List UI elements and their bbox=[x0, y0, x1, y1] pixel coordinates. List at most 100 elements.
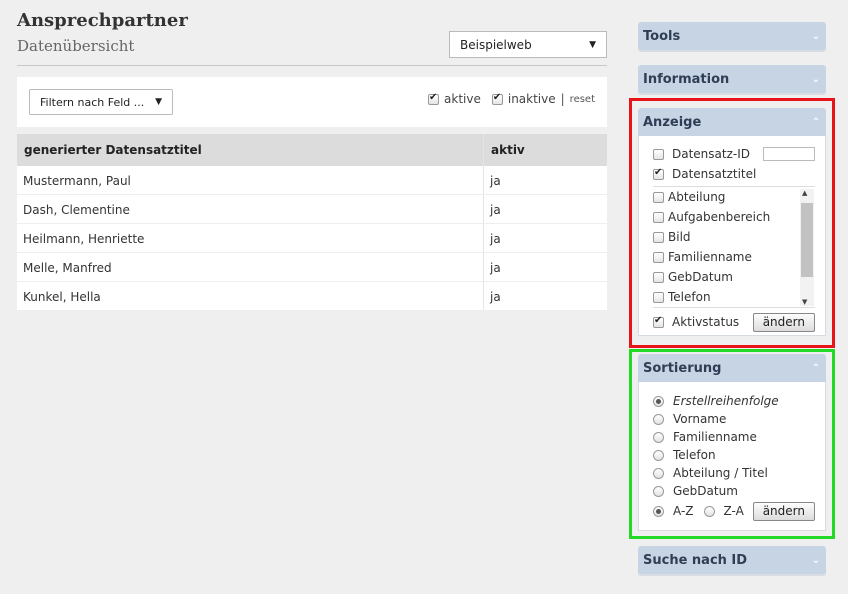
cell-title: Dash, Clementine bbox=[17, 195, 484, 223]
sort-az-label: A-Z bbox=[673, 504, 694, 518]
field-checkbox[interactable] bbox=[653, 211, 664, 223]
datensatztitel-checkbox[interactable] bbox=[653, 167, 664, 180]
panel-anzeige-header[interactable]: Anzeige ⌃ bbox=[638, 108, 826, 136]
list-item[interactable]: Bild bbox=[653, 227, 815, 247]
panel-sortierung-body: Erstellreihenfolge Vorname Familienname … bbox=[638, 382, 826, 531]
panel-sortierung: Sortierung ⌃ Erstellreihenfolge Vorname … bbox=[638, 354, 826, 531]
cell-title: Kunkel, Hella bbox=[17, 282, 484, 310]
listbox-scrollbar[interactable]: ▲ ▼ bbox=[800, 189, 814, 306]
list-item[interactable]: GebDatum bbox=[653, 267, 815, 287]
site-select[interactable]: Beispielweb ▼ bbox=[449, 31, 607, 58]
inactive-checkbox[interactable] bbox=[491, 92, 503, 105]
caret-down-icon: ▼ bbox=[155, 97, 162, 107]
divider bbox=[17, 65, 607, 66]
field-checkbox[interactable] bbox=[653, 271, 664, 283]
sort-radio[interactable] bbox=[653, 413, 664, 425]
panel-information-title: Information bbox=[643, 71, 730, 87]
filter-field-select-label: Filtern nach Feld ... bbox=[40, 95, 145, 109]
sort-label: Telefon bbox=[673, 448, 716, 462]
sort-label: Familienname bbox=[673, 430, 757, 444]
cell-title: Mustermann, Paul bbox=[17, 166, 484, 194]
sort-option[interactable]: GebDatum bbox=[653, 482, 815, 500]
field-checkbox[interactable] bbox=[653, 291, 664, 303]
table-row[interactable]: Melle, Manfred ja bbox=[17, 253, 607, 282]
field-label: GebDatum bbox=[668, 270, 733, 284]
sort-radio[interactable] bbox=[653, 449, 664, 461]
panel-sortierung-header[interactable]: Sortierung ⌃ bbox=[638, 354, 826, 382]
datensatztitel-label: Datensatztitel bbox=[672, 167, 757, 181]
anzeige-change-button[interactable]: ändern bbox=[752, 312, 815, 332]
table-row[interactable]: Kunkel, Hella ja bbox=[17, 282, 607, 311]
sort-change-button[interactable]: ändern bbox=[752, 501, 815, 521]
cell-active: ja bbox=[490, 290, 501, 304]
scroll-down-icon[interactable]: ▼ bbox=[802, 298, 807, 306]
sort-label: Erstellreihenfolge bbox=[673, 394, 779, 408]
sort-option[interactable]: Familienname bbox=[653, 428, 815, 446]
sort-label: GebDatum bbox=[673, 484, 738, 498]
sort-option[interactable]: Erstellreihenfolge bbox=[653, 392, 815, 410]
option-datensatz-id[interactable]: Datensatz-ID bbox=[653, 144, 815, 164]
table-row[interactable]: Dash, Clementine ja bbox=[17, 195, 607, 224]
list-item[interactable]: Telefon bbox=[653, 287, 815, 307]
table-header: generierter Datensatztitel aktiv bbox=[17, 134, 607, 166]
table-row[interactable]: Mustermann, Paul ja bbox=[17, 166, 607, 195]
panel-suche-title: Suche nach ID bbox=[643, 552, 748, 568]
panel-information[interactable]: Information ⌄ bbox=[638, 65, 826, 93]
option-aktivstatus[interactable]: Aktivstatus ändern bbox=[653, 310, 815, 334]
sort-radio[interactable] bbox=[653, 467, 664, 479]
sort-radio[interactable] bbox=[653, 395, 664, 407]
chevron-up-icon: ⌃ bbox=[811, 116, 820, 128]
panel-information-header[interactable]: Information ⌄ bbox=[638, 65, 826, 93]
panel-suche[interactable]: Suche nach ID ⌄ bbox=[638, 546, 826, 574]
column-header-title[interactable]: generierter Datensatztitel bbox=[17, 134, 484, 166]
scroll-thumb[interactable] bbox=[801, 203, 813, 277]
sort-za-radio[interactable] bbox=[703, 505, 715, 517]
option-datensatztitel[interactable]: Datensatztitel bbox=[653, 164, 815, 184]
table-row[interactable]: Heilmann, Henriette ja bbox=[17, 224, 607, 253]
reset-link[interactable]: reset bbox=[570, 94, 595, 105]
sort-option[interactable]: Vorname bbox=[653, 410, 815, 428]
panel-anzeige-title: Anzeige bbox=[643, 114, 702, 130]
page-title: Ansprechpartner bbox=[17, 10, 188, 31]
cell-active: ja bbox=[490, 232, 501, 246]
sort-az-radio[interactable] bbox=[653, 505, 664, 517]
panel-anzeige-body: Datensatz-ID Datensatztitel Abteilung Au… bbox=[638, 136, 826, 336]
datensatz-id-input[interactable] bbox=[763, 147, 815, 161]
panel-tools[interactable]: Tools ⌄ bbox=[638, 22, 826, 50]
sort-option[interactable]: Telefon bbox=[653, 446, 815, 464]
field-checkbox[interactable] bbox=[653, 231, 664, 243]
cell-title: Heilmann, Henriette bbox=[17, 224, 484, 252]
panel-suche-header[interactable]: Suche nach ID ⌄ bbox=[638, 546, 826, 574]
sort-radio[interactable] bbox=[653, 485, 664, 497]
list-item[interactable]: Aufgabenbereich bbox=[653, 207, 815, 227]
inactive-label: inaktive bbox=[507, 92, 556, 106]
data-table: generierter Datensatztitel aktiv Musterm… bbox=[17, 134, 607, 311]
scroll-up-icon[interactable]: ▲ bbox=[802, 189, 807, 197]
field-listbox[interactable]: Abteilung Aufgabenbereich Bild Familienn… bbox=[653, 186, 815, 308]
sort-radio[interactable] bbox=[653, 431, 664, 443]
column-header-active[interactable]: aktiv bbox=[484, 134, 607, 166]
sort-direction: A-Z Z-A ändern bbox=[653, 500, 815, 522]
sort-za-label: Z-A bbox=[723, 504, 744, 518]
chevron-down-icon: ⌄ bbox=[811, 73, 820, 85]
cell-active: ja bbox=[490, 261, 501, 275]
filter-field-select[interactable]: Filtern nach Feld ... ▼ bbox=[29, 89, 173, 115]
sort-label: Abteilung / Titel bbox=[673, 466, 768, 480]
field-checkbox[interactable] bbox=[653, 251, 664, 263]
datensatz-id-checkbox[interactable] bbox=[653, 148, 664, 160]
list-item[interactable]: Familienname bbox=[653, 247, 815, 267]
chevron-down-icon: ⌄ bbox=[811, 30, 820, 42]
datensatz-id-label: Datensatz-ID bbox=[672, 147, 751, 161]
filter-bar: Filtern nach Feld ... ▼ aktive inaktive … bbox=[17, 77, 607, 127]
aktivstatus-checkbox[interactable] bbox=[653, 315, 664, 328]
site-select-value: Beispielweb bbox=[460, 37, 532, 52]
field-checkbox[interactable] bbox=[653, 191, 664, 203]
cell-title: Melle, Manfred bbox=[17, 253, 484, 281]
panel-tools-header[interactable]: Tools ⌄ bbox=[638, 22, 826, 50]
chevron-down-icon: ⌄ bbox=[811, 554, 820, 566]
sort-option[interactable]: Abteilung / Titel bbox=[653, 464, 815, 482]
field-label: Abteilung bbox=[668, 190, 726, 204]
sort-label: Vorname bbox=[673, 412, 727, 426]
list-item[interactable]: Abteilung bbox=[653, 187, 815, 207]
active-checkbox[interactable] bbox=[428, 92, 440, 105]
